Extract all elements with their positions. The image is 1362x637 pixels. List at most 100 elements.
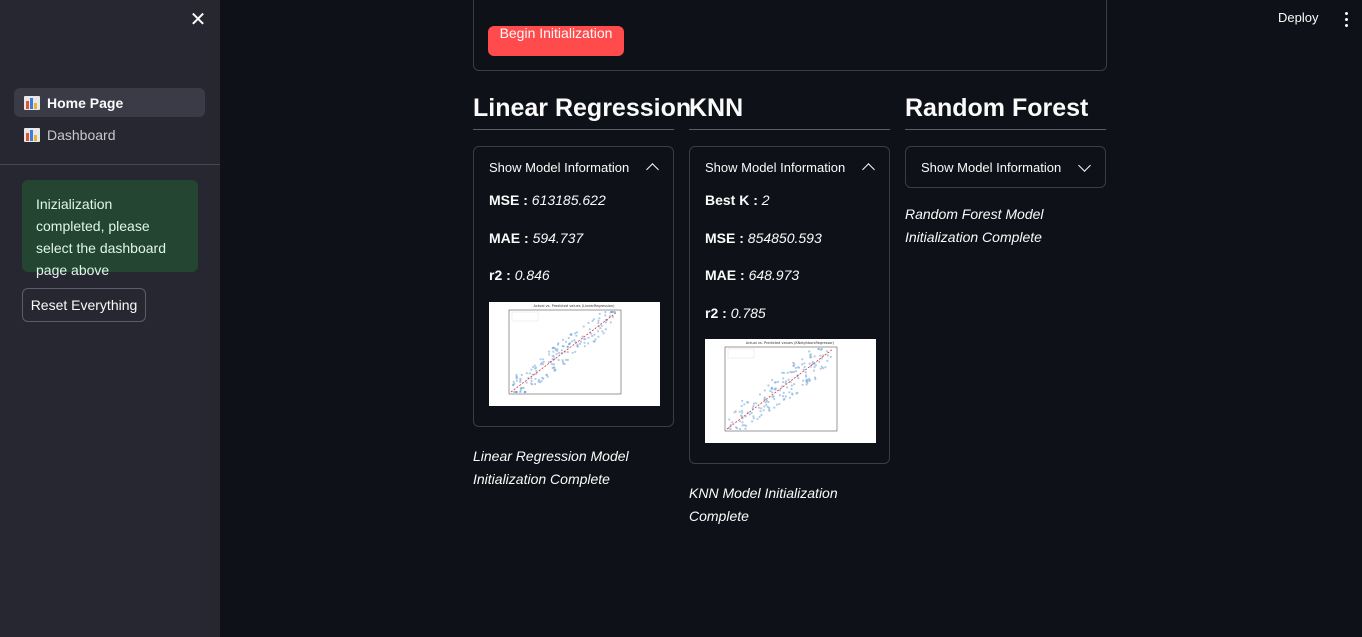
plot-point — [771, 391, 774, 394]
plot-point — [818, 360, 821, 363]
actual-vs-predicted-plot: Actual vs. Predicted values (LinearRegre… — [489, 301, 660, 406]
model-caption: Random Forest Model Initialization Compl… — [905, 206, 1044, 245]
plot-point — [551, 354, 554, 357]
plot-point — [763, 396, 766, 399]
plot-point — [598, 312, 601, 315]
plot-point — [569, 341, 572, 344]
plot-point — [569, 332, 572, 335]
plot-point — [587, 321, 590, 324]
plot-point — [728, 418, 731, 421]
plot-point — [587, 341, 590, 344]
plot-point — [820, 357, 823, 360]
plot-point — [534, 382, 537, 385]
sidebar-divider — [0, 164, 220, 165]
plot-point — [593, 333, 596, 336]
plot-point — [781, 371, 784, 374]
plot-point — [751, 420, 754, 423]
plot-point — [609, 320, 612, 324]
plot-point — [758, 393, 762, 396]
plot-point — [750, 411, 753, 415]
plot-point — [805, 383, 808, 386]
plot-point — [554, 346, 557, 349]
plot-point — [537, 379, 540, 383]
plot-title: Actual vs. Predicted values (KNeighborsR… — [746, 341, 835, 345]
success-alert: Inizialization completed, please select … — [22, 180, 198, 278]
metric-mae: MAE : 594.737 — [489, 229, 584, 246]
plot-point — [553, 369, 556, 372]
plot-point — [512, 380, 515, 383]
main-menu-icon[interactable] — [1340, 12, 1352, 28]
plot-point — [797, 377, 800, 380]
plot-point — [550, 362, 554, 365]
reset-everything-button[interactable]: Reset Everything — [22, 288, 146, 322]
plot-point — [571, 339, 574, 342]
plot-point — [790, 388, 793, 391]
plot-point — [562, 362, 565, 365]
plot-point — [812, 369, 815, 372]
sidebar-item-label: Dashboard — [47, 126, 116, 143]
plot-point — [558, 351, 561, 354]
model-info-expander: Show Model Information MSE : 613185.622 … — [473, 146, 674, 427]
plot-point — [565, 358, 568, 361]
plot-point — [814, 364, 817, 367]
plot-point — [552, 362, 555, 365]
plot-point — [801, 363, 804, 366]
plot-point — [540, 379, 543, 382]
plot-point — [592, 317, 595, 320]
plot-point — [597, 335, 600, 338]
plot-point — [776, 380, 780, 384]
plot-point — [561, 344, 564, 347]
sidebar-item-dashboard[interactable]: Dashboard — [14, 120, 205, 149]
plot-point — [813, 355, 816, 358]
plot-point — [539, 357, 542, 360]
plot-point — [525, 371, 528, 374]
close-sidebar-icon[interactable]: ✕ — [189, 10, 207, 30]
model-caption: Linear Regression Model Initialization C… — [473, 447, 629, 487]
expander-header[interactable]: Show Model Information — [906, 147, 1105, 187]
plot-point — [560, 348, 563, 351]
plot-point — [520, 386, 523, 389]
plot-point — [788, 396, 792, 399]
perfect-prediction-line — [726, 348, 834, 430]
plot-point — [542, 360, 545, 363]
plot-point — [778, 394, 782, 397]
plot-point — [597, 321, 600, 324]
plot-point — [802, 368, 805, 371]
plot-point — [576, 344, 579, 347]
plot-point — [604, 327, 607, 330]
plot-point — [579, 340, 583, 343]
plot-point — [528, 371, 531, 374]
plot-point — [801, 358, 804, 361]
plot-point — [811, 360, 814, 363]
plot-point — [575, 334, 578, 337]
plot-point — [530, 368, 533, 371]
deploy-button[interactable]: Deploy — [1278, 10, 1318, 25]
plot-point — [604, 313, 607, 316]
expander-header[interactable]: Show Model Information — [690, 147, 889, 187]
plot-point — [791, 392, 794, 395]
plot-point — [803, 362, 806, 365]
plot-point — [743, 403, 746, 406]
plot-point — [786, 386, 789, 389]
plot-point — [534, 377, 537, 380]
plot-point — [602, 331, 605, 334]
plot-point — [759, 410, 762, 413]
plot-point — [731, 421, 734, 424]
plot-point — [525, 381, 528, 384]
bar-chart-icon — [24, 95, 40, 110]
begin-initialization-button[interactable]: Begin Initialization — [488, 26, 624, 56]
plot-point — [782, 395, 785, 398]
sidebar-item-home-page[interactable]: Home Page — [14, 88, 205, 117]
sidebar-nav: Home Page Dashboard — [14, 88, 205, 152]
plot-legend — [511, 311, 539, 321]
chevron-down-icon — [1078, 158, 1091, 172]
plot-point — [582, 324, 585, 328]
expander-header[interactable]: Show Model Information — [474, 147, 673, 187]
plot-point — [773, 381, 776, 384]
plot-point — [769, 389, 772, 393]
plot-point — [794, 366, 797, 369]
plot-point — [758, 415, 761, 418]
plot-point — [771, 378, 774, 382]
plot-point — [809, 354, 812, 357]
plot-point — [547, 350, 551, 353]
